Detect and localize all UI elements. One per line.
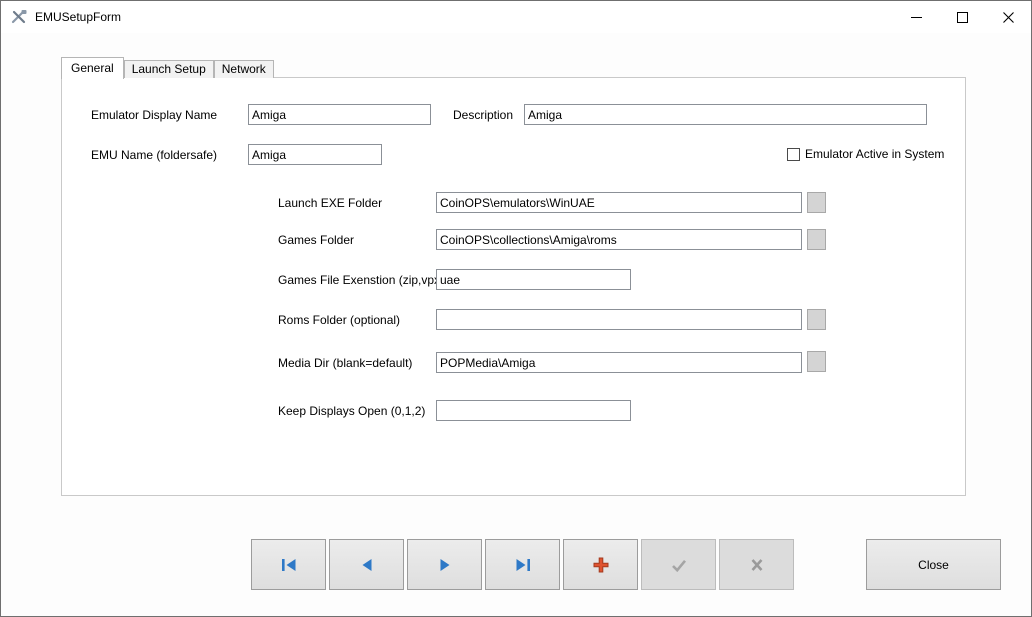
delete-button[interactable] [719, 539, 794, 590]
check-icon [670, 558, 688, 572]
keep-displays-label: Keep Displays Open (0,1,2) [278, 404, 425, 418]
games-ext-input[interactable] [436, 269, 631, 290]
roms-folder-label: Roms Folder (optional) [278, 313, 400, 327]
window-controls [893, 1, 1031, 33]
media-dir-input[interactable] [436, 352, 802, 373]
move-previous-icon [358, 558, 376, 572]
emulator-active-row[interactable]: Emulator Active in System [787, 147, 944, 161]
app-icon [10, 9, 28, 25]
close-window-button[interactable] [985, 1, 1031, 33]
move-first-button[interactable] [251, 539, 326, 590]
games-folder-input[interactable] [436, 229, 802, 250]
move-next-icon [436, 558, 454, 572]
add-icon [593, 557, 609, 573]
move-last-icon [514, 558, 532, 572]
tab-general[interactable]: General [61, 57, 124, 79]
display-name-input[interactable] [248, 104, 431, 125]
emu-name-input[interactable] [248, 144, 382, 165]
launch-exe-label: Launch EXE Folder [278, 196, 382, 210]
roms-folder-browse-button[interactable] [807, 309, 826, 330]
close-button[interactable]: Close [866, 539, 1001, 590]
minimize-icon [911, 12, 922, 23]
emulator-active-label: Emulator Active in System [805, 147, 944, 161]
media-dir-label: Media Dir (blank=default) [278, 356, 412, 370]
tab-launch-setup[interactable]: Launch Setup [124, 60, 214, 78]
titlebar[interactable]: EMUSetupForm [1, 1, 1031, 33]
tab-network[interactable]: Network [214, 60, 274, 78]
launch-exe-browse-button[interactable] [807, 192, 826, 213]
emu-name-label: EMU Name (foldersafe) [91, 148, 217, 162]
move-next-button[interactable] [407, 539, 482, 590]
media-dir-browse-button[interactable] [807, 351, 826, 372]
roms-folder-input[interactable] [436, 309, 802, 330]
emu-setup-window: EMUSetupForm General Launch Setup Networ… [0, 0, 1032, 617]
record-navigator [251, 539, 794, 590]
launch-exe-input[interactable] [436, 192, 802, 213]
save-button[interactable] [641, 539, 716, 590]
window-title: EMUSetupForm [35, 10, 121, 24]
minimize-button[interactable] [893, 1, 939, 33]
move-first-icon [280, 558, 298, 572]
move-previous-button[interactable] [329, 539, 404, 590]
description-label: Description [453, 108, 513, 122]
close-icon [1003, 12, 1014, 23]
tab-strip: General Launch Setup Network [61, 56, 274, 78]
x-icon [749, 558, 765, 572]
display-name-label: Emulator Display Name [91, 108, 217, 122]
add-new-button[interactable] [563, 539, 638, 590]
move-last-button[interactable] [485, 539, 560, 590]
keep-displays-input[interactable] [436, 400, 631, 421]
description-input[interactable] [524, 104, 927, 125]
maximize-button[interactable] [939, 1, 985, 33]
maximize-icon [957, 12, 968, 23]
games-folder-browse-button[interactable] [807, 229, 826, 250]
emulator-active-checkbox[interactable] [787, 148, 800, 161]
games-ext-label: Games File Exenstion (zip,vpx) [278, 273, 444, 287]
games-folder-label: Games Folder [278, 233, 354, 247]
